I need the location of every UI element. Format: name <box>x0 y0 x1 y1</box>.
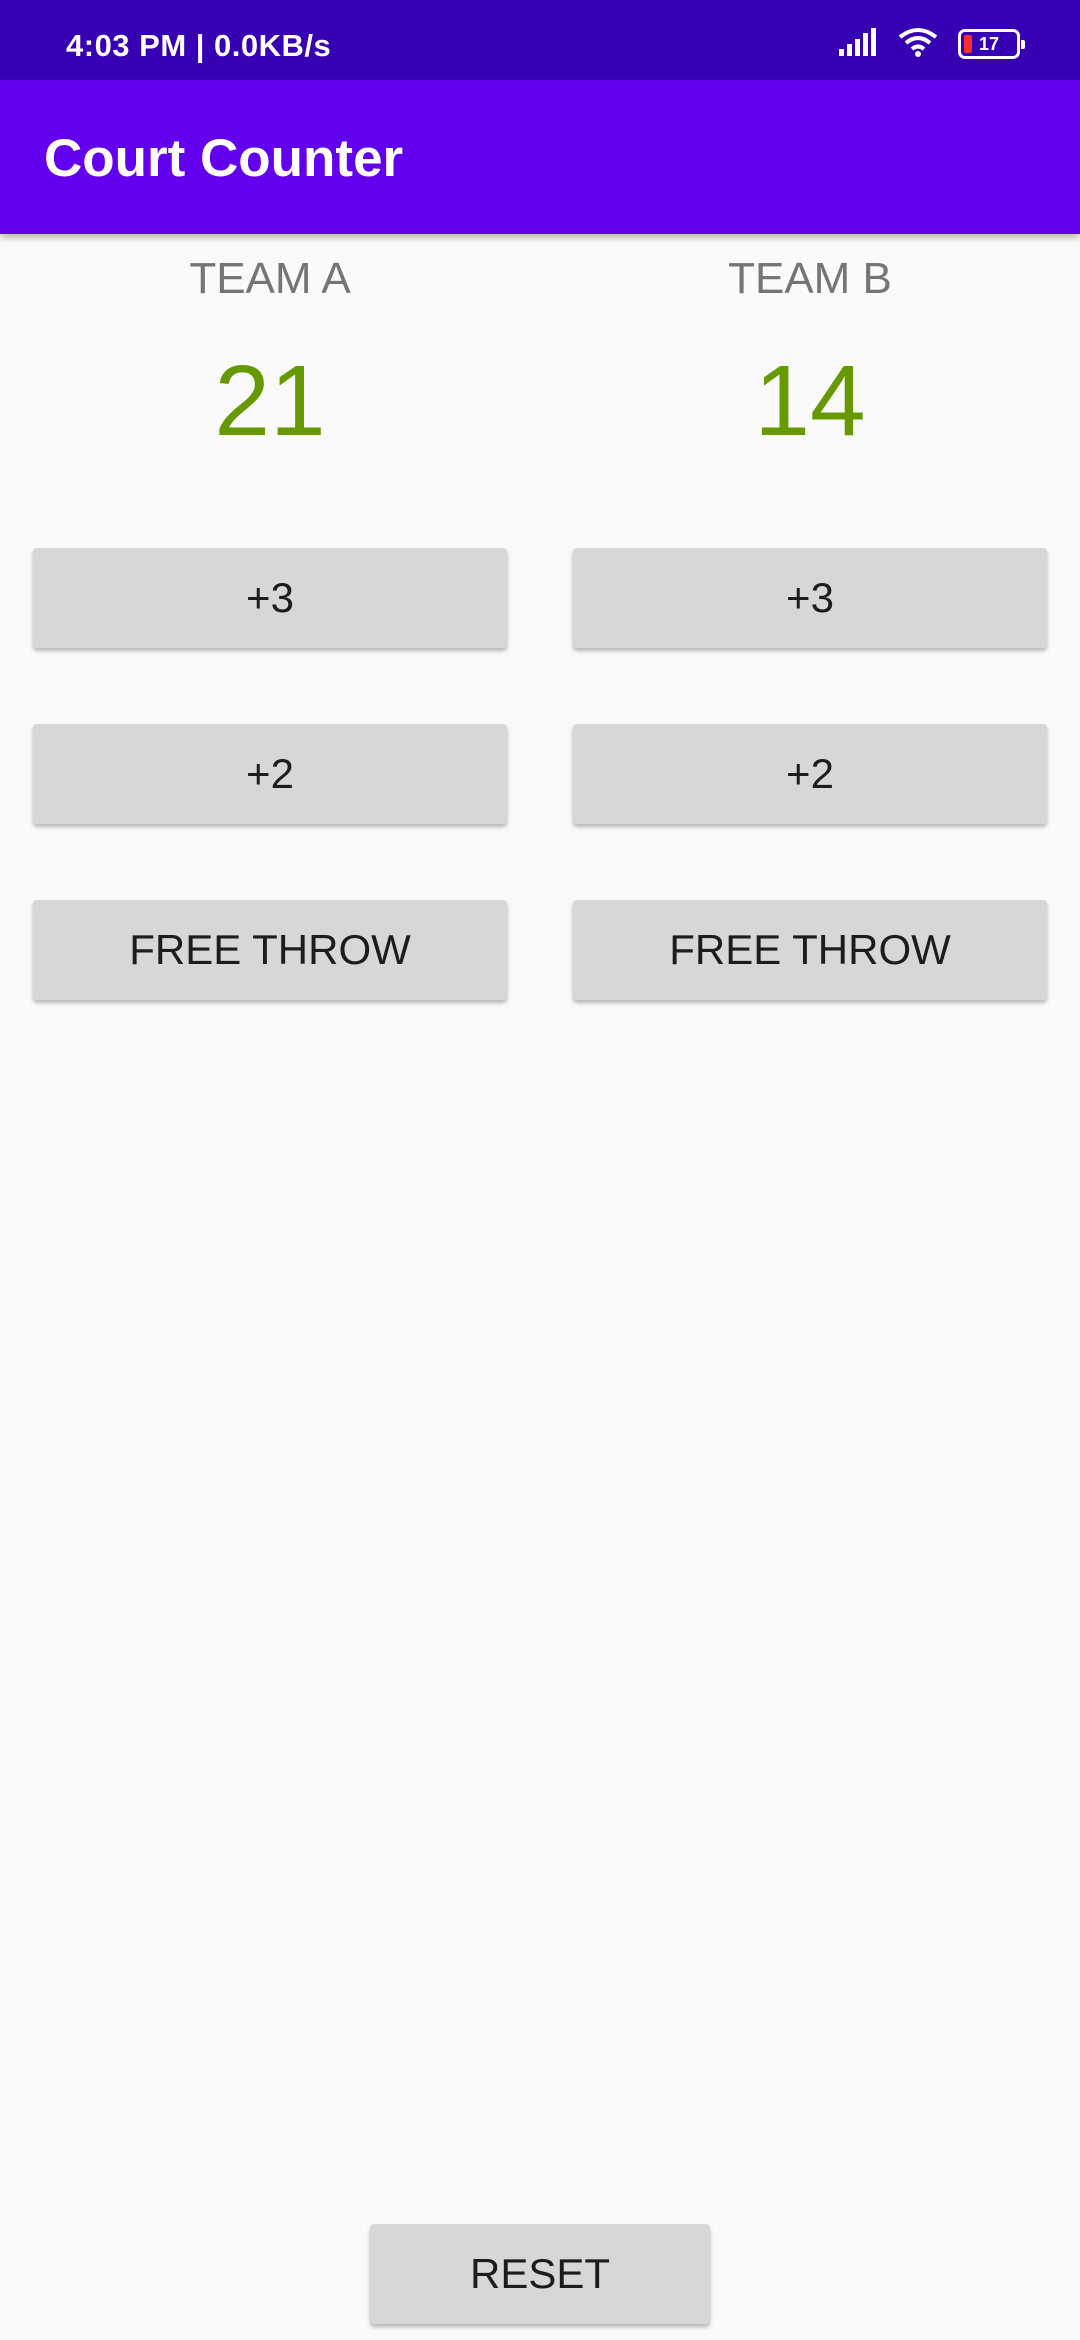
team-b-score: 14 <box>754 345 866 457</box>
battery-level: 17 <box>978 33 1000 54</box>
team-a-plus2-button[interactable]: +2 <box>33 724 507 824</box>
battery-icon: 17 <box>958 29 1025 59</box>
team-b-plus2-button[interactable]: +2 <box>573 724 1047 824</box>
team-a-score: 21 <box>214 345 326 457</box>
team-b-column: TEAM B 14 +3 +2 FREE THROW <box>540 234 1080 1034</box>
team-b-free-throw-button[interactable]: FREE THROW <box>573 900 1047 1000</box>
reset-button[interactable]: RESET <box>370 2224 710 2324</box>
status-bar: 4:03 PM | 0.0KB/s 17 <box>0 0 1080 80</box>
team-b-plus3-button[interactable]: +3 <box>573 548 1047 648</box>
team-a-column: TEAM A 21 +3 +2 FREE THROW <box>0 234 540 1034</box>
status-icons: 17 <box>838 26 1025 62</box>
signal-icon <box>838 27 878 62</box>
team-b-name: TEAM B <box>728 254 892 303</box>
app-bar: Court Counter <box>0 80 1080 234</box>
team-a-name: TEAM A <box>189 254 351 303</box>
team-a-free-throw-button[interactable]: FREE THROW <box>33 900 507 1000</box>
team-a-plus3-button[interactable]: +3 <box>33 548 507 648</box>
app-title: Court Counter <box>44 129 404 188</box>
status-time-speed: 4:03 PM | 0.0KB/s <box>66 28 332 63</box>
wifi-icon <box>898 27 938 62</box>
